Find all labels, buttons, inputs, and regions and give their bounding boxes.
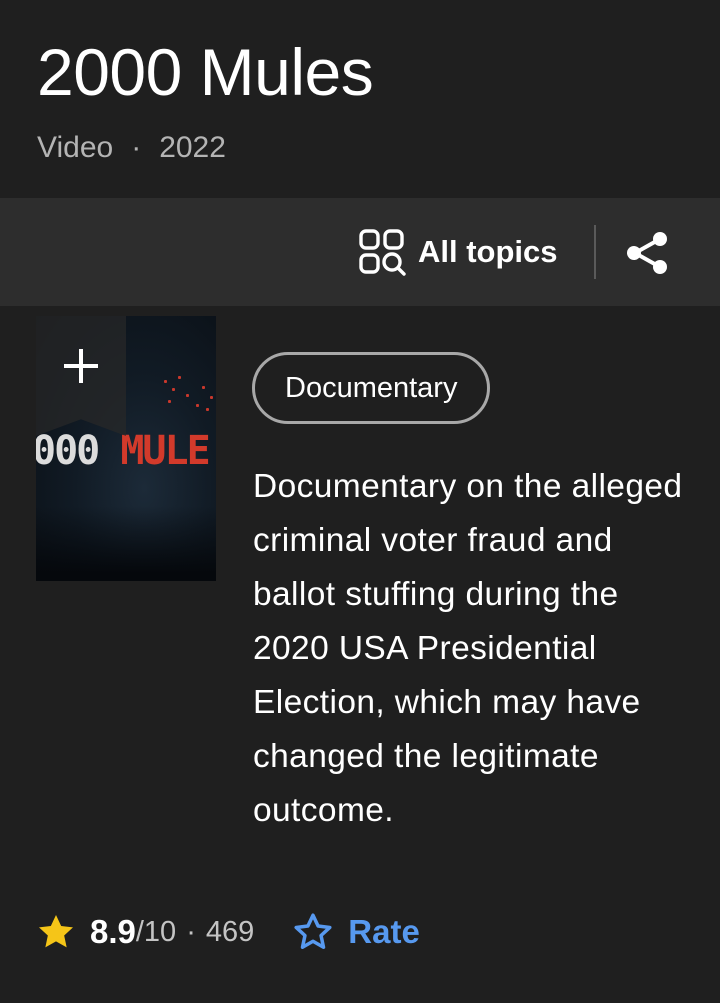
all-topics-button[interactable]: All topics xyxy=(358,226,558,278)
poster-title-art: 000 MULE xyxy=(36,428,211,474)
star-outline-icon xyxy=(294,913,332,949)
title-block: 2000 Mules xyxy=(37,30,697,114)
rate-button[interactable]: Rate xyxy=(292,911,420,953)
share-icon xyxy=(627,232,667,274)
add-to-watchlist-button[interactable] xyxy=(36,316,126,436)
rating-bar: 8.9 /10 · 469 Rate xyxy=(36,904,420,960)
poster-title-word: MULE xyxy=(120,428,210,474)
genre-chip-documentary[interactable]: Documentary xyxy=(252,352,491,424)
poster-speck xyxy=(186,394,189,397)
meta-separator: · xyxy=(131,131,142,164)
page-title: 2000 Mules xyxy=(37,35,374,109)
title-page: 2000 Mules Video · 2022 All topics 000 M… xyxy=(0,0,720,1003)
rating-separator: · xyxy=(186,915,196,948)
rating-count: 469 xyxy=(205,915,255,948)
share-button[interactable] xyxy=(622,228,672,278)
poster-speck xyxy=(178,376,181,379)
poster-speck xyxy=(172,388,175,391)
plot-summary: Documentary on the alleged criminal vote… xyxy=(253,468,683,829)
rating-scale: /10 xyxy=(135,915,177,948)
rating-value: 8.9 xyxy=(90,913,136,950)
star-filled-icon xyxy=(39,915,73,948)
title-year[interactable]: 2022 xyxy=(159,130,226,166)
all-topics-label: All topics xyxy=(418,234,558,269)
toolbar-divider xyxy=(594,225,596,279)
poster-image[interactable]: 000 MULE xyxy=(36,316,216,581)
title-meta: Video · 2022 xyxy=(37,130,226,166)
poster-speck xyxy=(168,400,171,403)
title-toolbar: All topics xyxy=(0,198,720,306)
title-type: Video xyxy=(37,131,114,164)
rate-label: Rate xyxy=(348,913,420,950)
poster-speck xyxy=(202,386,205,389)
poster-title-number: 000 xyxy=(36,428,100,474)
poster-speck xyxy=(210,396,213,399)
poster-shade xyxy=(36,506,216,581)
poster-speck xyxy=(196,404,199,407)
poster-speck xyxy=(164,380,167,383)
poster-speck xyxy=(206,408,209,411)
plus-icon xyxy=(64,349,98,383)
topics-grid-search-icon xyxy=(359,229,406,276)
